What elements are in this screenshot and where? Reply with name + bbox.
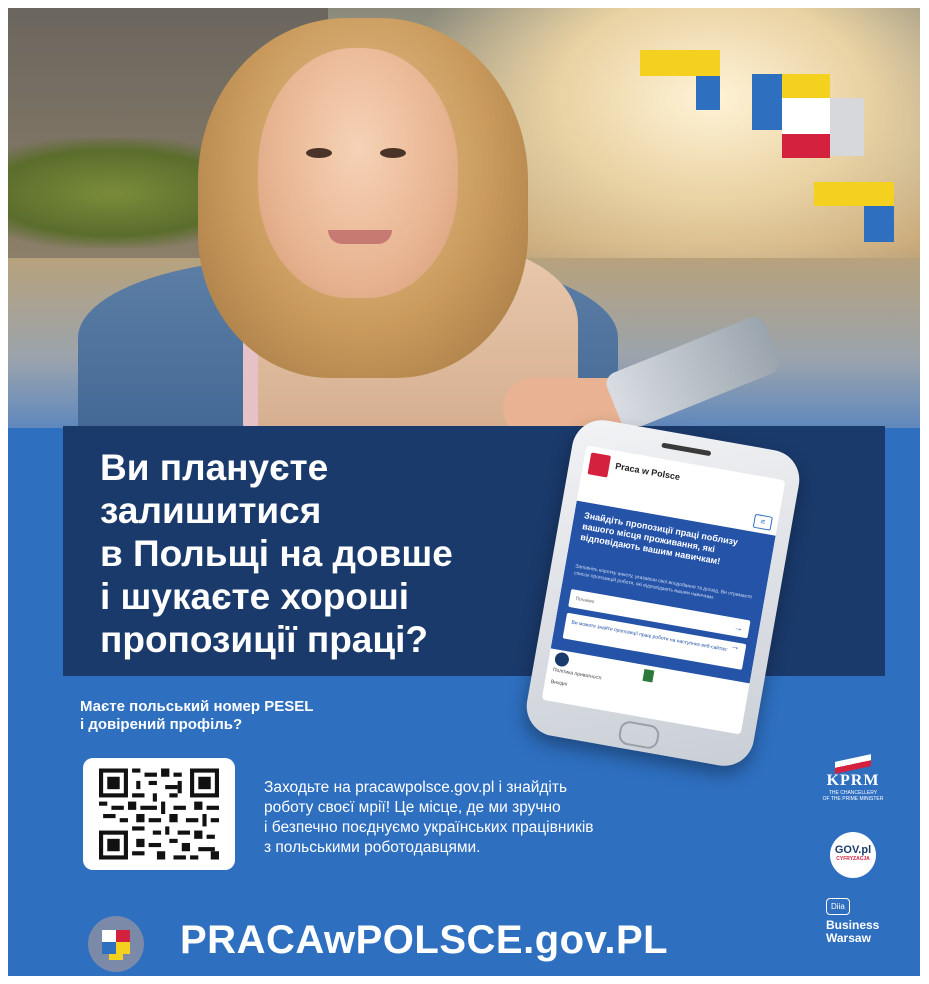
app-name: Praca w Polsce	[614, 460, 681, 483]
kprm-subtitle-2: OF THE PRIME MINISTER	[822, 796, 884, 802]
deco-square-gray	[830, 98, 864, 156]
logo-piece-yellow	[116, 942, 130, 954]
phone-home-button	[617, 719, 661, 751]
headline-line-1: Ви плануєте	[100, 447, 329, 488]
arrow-right-icon: →	[733, 621, 744, 634]
kprm-title: KPRM	[826, 772, 880, 789]
headline-line-5: пропозиції праці?	[100, 619, 429, 660]
business-line-2: Warsaw	[826, 931, 871, 945]
description-line-2: роботу своєї мрії! Це місце, де ми зручн…	[264, 799, 561, 816]
deco-square-blue-3	[864, 206, 894, 242]
deco-square-yellow-2	[782, 74, 830, 98]
gov-pl-logo: GOV.pl CYFRYZACJA	[830, 832, 876, 878]
smile	[328, 230, 392, 244]
left-eye	[306, 148, 332, 158]
pesel-question: Маєте польський номер PESEL і довірений …	[80, 698, 500, 734]
logo-piece-red	[116, 930, 130, 942]
pracawpolsce-logo-icon	[88, 916, 144, 972]
deco-square-yellow-3	[814, 182, 894, 206]
deco-square-white	[782, 98, 830, 134]
qr-code-icon	[99, 768, 219, 860]
diia-badge: Diia	[826, 898, 850, 915]
polish-flag-icon	[835, 754, 871, 774]
logo-piece-white	[102, 930, 116, 942]
phone-screen: Praca w Polsce ≡ Знайдіть пропозиції пра…	[541, 445, 786, 735]
woman-face	[258, 48, 458, 298]
app-start-label: Почнімо	[575, 595, 595, 606]
pesel-line-2: і довірений профіль?	[80, 716, 243, 733]
deco-square-red	[782, 134, 830, 158]
pesel-line-1: Маєте польський номер PESEL	[80, 698, 314, 715]
description-line-4: з польськими роботодавцями.	[264, 839, 481, 856]
app-footer-imprint: Вихідні	[550, 678, 568, 688]
brand-url[interactable]: PRACAwPOLSCE.gov.PL	[180, 918, 668, 963]
business-warsaw-logo: Diia Business Warsaw	[826, 896, 906, 945]
hero-photo	[8, 8, 920, 428]
headline-line-3: в Польщі на довше	[100, 533, 453, 574]
logo-piece-yellow-2	[109, 954, 123, 960]
phone-speaker	[661, 442, 712, 457]
partner-logo-icon	[553, 651, 571, 668]
kprm-logo: KPRM THE CHANCELLERY OF THE PRIME MINIST…	[808, 754, 898, 802]
partner-crest-icon	[642, 668, 655, 683]
deco-square-blue-1	[696, 76, 720, 110]
hamburger-menu-icon: ≡	[752, 513, 773, 531]
logo-piece-blue	[102, 942, 116, 954]
polish-eagle-emblem-icon	[587, 452, 612, 478]
deco-square-blue-2	[752, 74, 782, 130]
description: Заходьте на pracawpolsce.gov.pl і знайді…	[264, 778, 684, 858]
app-header: Praca w Polsce	[580, 445, 786, 515]
qr-code-card[interactable]	[83, 758, 235, 870]
right-eye	[380, 148, 406, 158]
headline-line-4: і шукаєте хороші	[100, 576, 410, 617]
description-line-3: і безпечно поєднуємо українських працівн…	[264, 819, 594, 836]
headline-line-2: залишитися	[100, 490, 322, 531]
deco-square-yellow-1	[640, 50, 720, 76]
gov-pl-title: GOV.pl	[834, 844, 872, 856]
app-footer-privacy: Політика приватності	[552, 667, 602, 682]
gov-pl-subtitle: CYFRYZACJA	[836, 856, 870, 862]
description-line-1: Заходьте на pracawpolsce.gov.pl і знайді…	[264, 779, 568, 796]
